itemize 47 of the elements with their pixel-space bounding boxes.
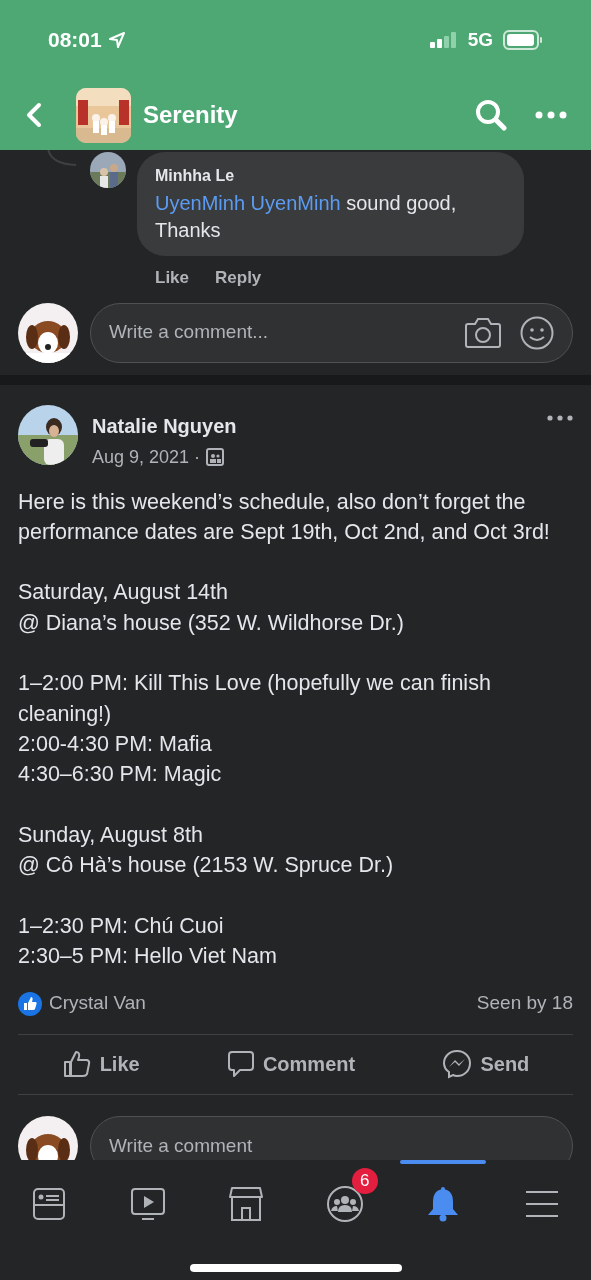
post-text: 1–2:30 PM: Chú Cuoi: [18, 912, 225, 940]
comment-field[interactable]: Write a comment...: [90, 302, 573, 363]
post-date: Aug 9, 2021 ·: [92, 445, 201, 469]
comment-action-link[interactable]: Reply: [215, 265, 262, 291]
post-text: 4:30–6:30 PM: Magic: [18, 761, 223, 789]
speech-bubble-icon: [226, 1050, 255, 1079]
post-author[interactable]: Natalie Nguyen: [92, 410, 547, 441]
post-text: 1–2:00 PM: Kill This Love (hopefully we can finish cleaning!): [18, 670, 492, 728]
location-arrow-icon: [107, 31, 126, 49]
notification-badge: 6: [351, 1168, 378, 1194]
comment-author: Minhha Le: [155, 166, 236, 186]
tab[interactable]: 6: [299, 1160, 390, 1240]
post-text: 2:30–5 PM: Hello Viet Nam: [18, 942, 278, 970]
signal-icon: [429, 32, 458, 48]
post-text: Saturday, August 14th: [18, 579, 229, 607]
mention-link[interactable]: UyenMinh UyenMinh: [155, 192, 341, 214]
network-label: 5G: [467, 27, 493, 52]
comment-action-link[interactable]: Like: [155, 265, 190, 291]
battery-icon: [503, 30, 543, 50]
search-icon[interactable]: [475, 99, 507, 131]
post-text: Here is this weekend’s schedule, also don’t forget the performance dates are Sept 19th, Oct 2nd, and Oct 3rd!: [18, 488, 551, 546]
post-text: 2:00-4:30 PM: Mafia: [18, 730, 213, 758]
news-feed-icon[interactable]: [32, 1187, 67, 1221]
post-text: @ Cô Hà’s house (2153 W. Spruce Dr.): [18, 852, 395, 880]
send-button[interactable]: Send: [442, 1049, 530, 1080]
menu-icon[interactable]: [524, 1190, 559, 1218]
bell-icon[interactable]: [426, 1186, 461, 1222]
seen-count[interactable]: Seen by 18: [476, 989, 573, 1018]
post-text: Sunday, August 8th: [18, 821, 204, 849]
group-members-icon: [206, 448, 225, 466]
like-button[interactable]: Like: [61, 1049, 140, 1080]
emoji-icon[interactable]: [520, 315, 554, 350]
comment-button[interactable]: Comment: [226, 1049, 356, 1080]
groups-icon[interactable]: [325, 1185, 364, 1223]
post-text: @ Diana’s house (352 W. Wildhorse Dr.): [18, 609, 405, 637]
reaction-names[interactable]: Crystal Van: [49, 989, 477, 1018]
video-icon[interactable]: [129, 1187, 166, 1221]
clock-time: 08:01: [48, 27, 102, 54]
group-title: Serenity: [143, 100, 238, 130]
store-icon[interactable]: [228, 1186, 265, 1222]
more-icon[interactable]: [547, 414, 573, 421]
comment-text: UyenMinh UyenMinh sound good, Thanks: [155, 191, 458, 243]
comment-field[interactable]: Write a comment: [90, 1115, 573, 1160]
camera-icon[interactable]: [464, 316, 502, 349]
thumbs-up-icon: [61, 1049, 92, 1080]
like-reaction-icon: [18, 991, 42, 1016]
messenger-icon: [442, 1049, 473, 1080]
